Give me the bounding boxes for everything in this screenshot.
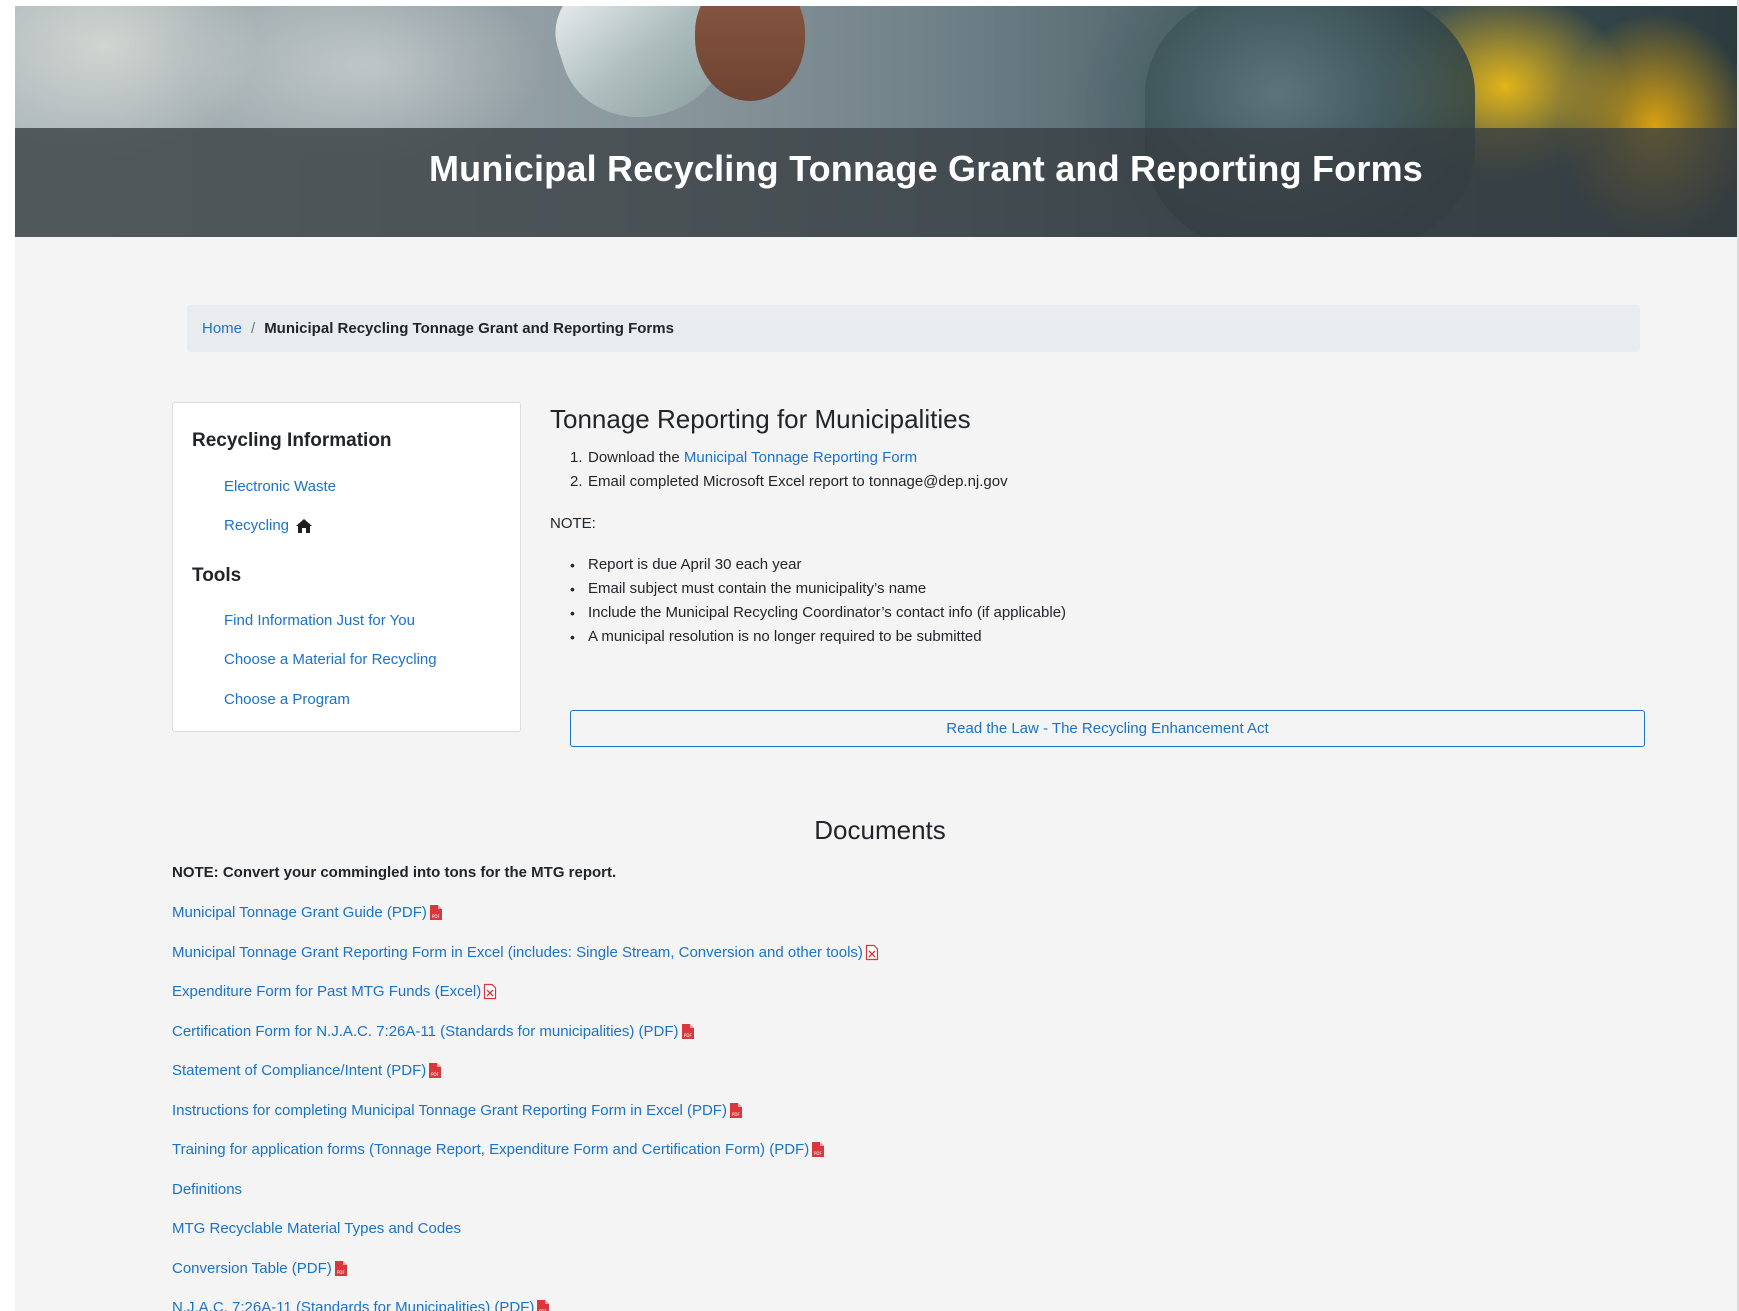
breadcrumb-separator: / <box>251 320 256 337</box>
note-item: • Email subject must contain the municipa… <box>570 580 927 597</box>
svg-text:PDF: PDF <box>431 1072 439 1077</box>
municipal-tonnage-reporting-form-link[interactable]: Municipal Tonnage Reporting Form <box>684 446 917 470</box>
doc-link-instructions[interactable]: Instructions for completing Municipal To… <box>172 1102 744 1119</box>
sidebar-item-choose-material[interactable]: Choose a Material for Recycling <box>224 651 437 668</box>
section-heading-tonnage-reporting: Tonnage Reporting for Municipalities <box>550 404 971 434</box>
doc-link-njac-standards[interactable]: N.J.A.C. 7:26A-11 (Standards for Municip… <box>172 1299 551 1311</box>
sidebar-item-choose-program[interactable]: Choose a Program <box>224 691 350 708</box>
step-item: 2. Email completed Microsoft Excel repor… <box>570 470 1008 494</box>
step-number: 1. <box>570 449 583 466</box>
pdf-icon: PDF <box>729 1103 742 1118</box>
doc-link-statement-of-compliance[interactable]: Statement of Compliance/Intent (PDF) PDF <box>172 1062 443 1079</box>
sidebar-heading-recycling-information: Recycling Information <box>192 430 392 451</box>
read-the-law-button[interactable]: Read the Law - The Recycling Enhancement… <box>570 710 1645 747</box>
page-title: Municipal Recycling Tonnage Grant and Re… <box>428 148 1424 189</box>
note-item: • Report is due April 30 each year <box>570 556 802 573</box>
pdf-icon: PDF <box>812 1142 825 1157</box>
sidebar-item-label: Recycling <box>224 517 290 534</box>
excel-icon <box>865 944 879 961</box>
doc-link-conversion-table[interactable]: Conversion Table (PDF) PDF <box>172 1260 349 1277</box>
pdf-icon: PDF <box>537 1300 550 1311</box>
svg-text:PDF: PDF <box>337 1270 345 1275</box>
sidebar-item-label: Find Information Just for You <box>224 612 415 629</box>
doc-link-mtg-guide[interactable]: Municipal Tonnage Grant Guide (PDF) PDF <box>172 904 444 921</box>
hero-banner: Municipal Recycling Tonnage Grant and Re… <box>15 6 1737 237</box>
pdf-icon: PDF <box>429 905 442 920</box>
sidebar-item-label: Choose a Material for Recycling <box>224 651 437 668</box>
breadcrumb: Home / Municipal Recycling Tonnage Grant… <box>187 305 1640 352</box>
sidebar-heading-tools: Tools <box>192 565 242 586</box>
doc-link-material-types[interactable]: MTG Recyclable Material Types and Codes <box>172 1220 461 1237</box>
step-item: 1. Download the Municipal Tonnage Report… <box>570 446 1008 470</box>
doc-link-definitions[interactable]: Definitions <box>172 1181 242 1198</box>
hero-hand-image <box>695 6 805 101</box>
doc-link-expenditure-form[interactable]: Expenditure Form for Past MTG Funds (Exc… <box>172 983 498 1000</box>
breadcrumb-home-link[interactable]: Home <box>202 320 242 337</box>
excel-icon <box>484 983 497 1000</box>
svg-text:PDF: PDF <box>814 1151 822 1156</box>
svg-text:PDF: PDF <box>432 914 440 919</box>
doc-link-reporting-form-excel[interactable]: Municipal Tonnage Grant Reporting Form i… <box>172 944 880 961</box>
step-number: 2. <box>570 473 583 490</box>
doc-link-certification-form[interactable]: Certification Form for N.J.A.C. 7:26A-11… <box>172 1023 696 1040</box>
steps-list: 1. Download the Municipal Tonnage Report… <box>570 446 1008 494</box>
pdf-icon: PDF <box>429 1063 442 1078</box>
sidebar-item-find-information[interactable]: Find Information Just for You <box>224 612 415 629</box>
sidebar-item-label: Choose a Program <box>224 691 350 708</box>
sidebar-item-electronic-waste[interactable]: Electronic Waste <box>224 478 336 495</box>
sidebar-item-recycling[interactable]: Recycling <box>224 517 313 534</box>
page: Municipal Recycling Tonnage Grant and Re… <box>15 6 1737 1311</box>
sidebar-item-label: Electronic Waste <box>224 478 336 495</box>
svg-text:PDF: PDF <box>732 1112 740 1117</box>
step-text: Email completed Microsoft Excel report t… <box>588 473 1008 490</box>
note-item: • Include the Municipal Recycling Coordin… <box>570 604 1067 621</box>
home-icon <box>296 518 313 533</box>
documents-heading: Documents <box>814 815 946 845</box>
pdf-icon: PDF <box>334 1261 347 1276</box>
doc-link-training[interactable]: Training for application forms (Tonnage … <box>172 1141 826 1158</box>
svg-text:PDF: PDF <box>684 1033 692 1038</box>
note-label: NOTE: <box>550 515 596 532</box>
note-item: • A municipal resolution is no longer req… <box>570 628 982 645</box>
sidebar: Recycling Information Electronic Waste R… <box>172 402 521 732</box>
notes-list: • Report is due April 30 each year • Email… <box>570 553 1066 649</box>
pdf-icon: PDF <box>681 1024 694 1039</box>
step-text: Download the <box>588 449 684 466</box>
breadcrumb-current: Municipal Recycling Tonnage Grant and Re… <box>264 320 674 337</box>
documents-note: NOTE: Convert your commingled into tons … <box>172 864 617 881</box>
